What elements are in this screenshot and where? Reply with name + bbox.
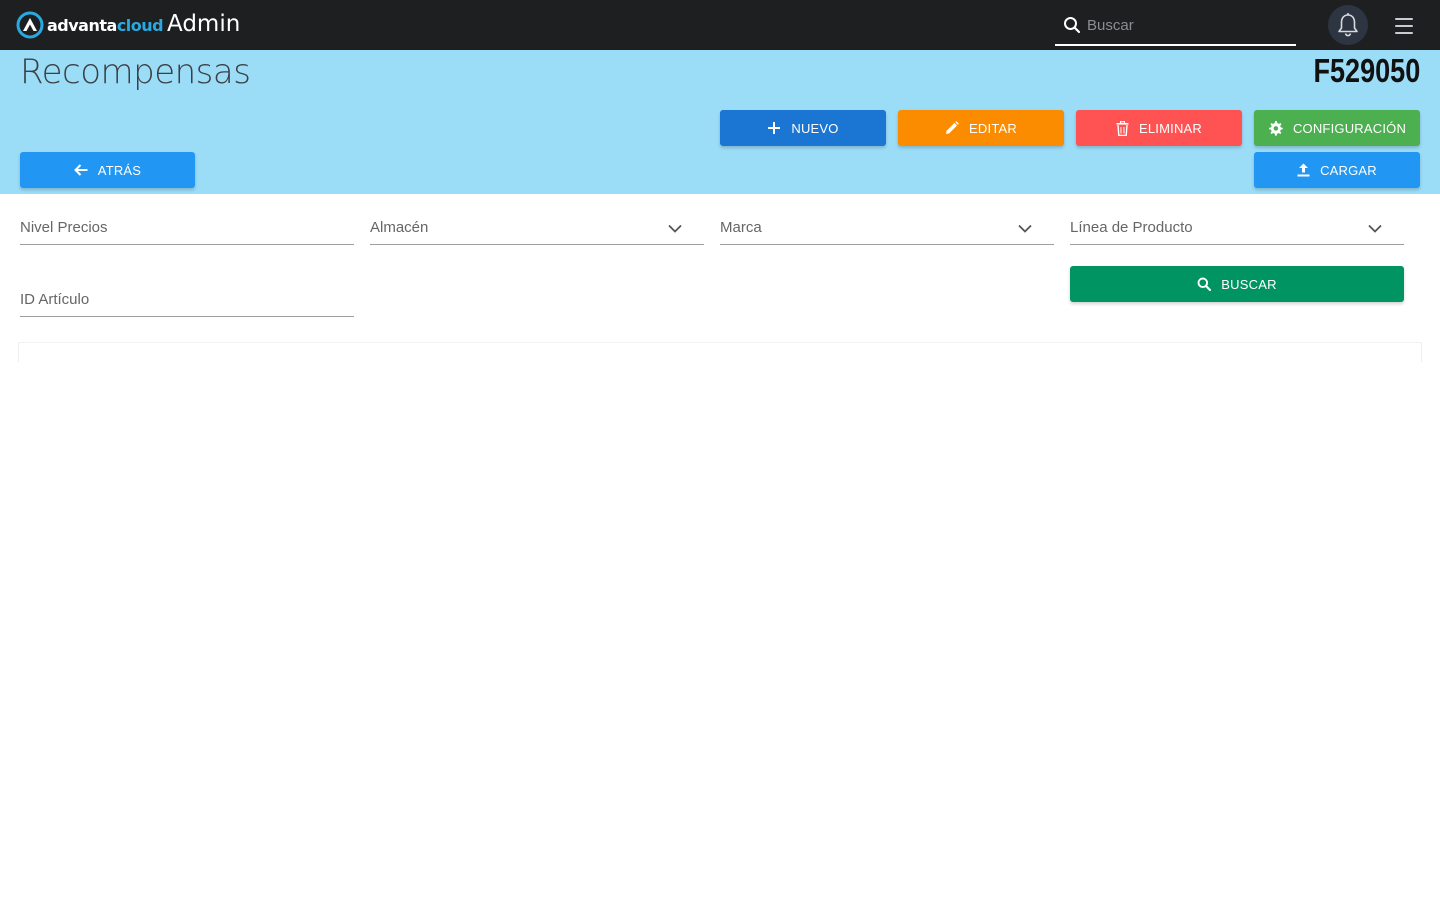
- top-app-bar: advantacloud Admin: [0, 0, 1440, 50]
- nivel-precios-label: Nivel Precios: [20, 219, 108, 236]
- global-search: [1055, 5, 1296, 46]
- editar-button-label: EDITAR: [969, 120, 1017, 136]
- page-title: Recompensas: [20, 52, 251, 92]
- eliminar-button-label: ELIMINAR: [1138, 120, 1202, 136]
- atras-button-label: ATRÁS: [97, 162, 142, 178]
- hamburger-menu-icon[interactable]: [1392, 15, 1416, 37]
- atras-button[interactable]: ATRÁS: [20, 152, 195, 188]
- nuevo-button-label: NUEVO: [791, 120, 839, 136]
- cargar-button[interactable]: CARGAR: [1254, 152, 1420, 188]
- search-input[interactable]: [1087, 13, 1287, 37]
- marca-select[interactable]: Marca: [720, 213, 1054, 245]
- almacen-label: Almacén: [370, 219, 429, 236]
- linea-producto-label: Línea de Producto: [1070, 219, 1193, 236]
- editar-button[interactable]: EDITAR: [898, 110, 1064, 146]
- arrow-left-icon: [73, 164, 88, 176]
- chevron-down-icon: [1018, 224, 1032, 233]
- eliminar-button[interactable]: ELIMINAR: [1076, 110, 1242, 146]
- upload-icon: [1297, 163, 1310, 177]
- search-icon: [1197, 277, 1212, 291]
- brand-name-part2: cloud: [116, 15, 164, 35]
- nuevo-button[interactable]: NUEVO: [720, 110, 886, 146]
- results-table: [18, 342, 1422, 362]
- configuracion-button-label: CONFIGURACIÓN: [1292, 120, 1407, 136]
- configuracion-button[interactable]: CONFIGURACIÓN: [1254, 110, 1420, 146]
- chevron-down-icon: [1368, 224, 1382, 233]
- notifications-button[interactable]: [1328, 5, 1368, 45]
- plus-icon: [768, 122, 781, 134]
- bell-icon: [1338, 13, 1358, 37]
- search-icon: [1064, 17, 1081, 34]
- id-articulo-label: ID Artículo: [20, 291, 90, 308]
- advantacloud-logo-icon: [16, 11, 44, 39]
- linea-producto-select[interactable]: Línea de Producto: [1070, 213, 1404, 245]
- almacen-select[interactable]: Almacén: [370, 213, 704, 245]
- buscar-button-label: BUSCAR: [1221, 276, 1277, 292]
- brand-name-part1: advanta: [47, 15, 117, 35]
- app-title: Admin: [167, 11, 241, 37]
- cargar-button-label: CARGAR: [1320, 162, 1377, 178]
- page-code: F529050: [1313, 52, 1420, 89]
- trash-icon: [1116, 120, 1129, 136]
- nivel-precios-field[interactable]: Nivel Precios: [20, 213, 354, 245]
- pencil-icon: [946, 121, 959, 134]
- id-articulo-field[interactable]: ID Artículo: [20, 285, 354, 317]
- marca-label: Marca: [720, 219, 762, 236]
- brand-logo[interactable]: advantacloud: [16, 11, 164, 39]
- buscar-button[interactable]: BUSCAR: [1070, 266, 1404, 302]
- chevron-down-icon: [668, 224, 682, 233]
- gear-icon: [1268, 120, 1283, 136]
